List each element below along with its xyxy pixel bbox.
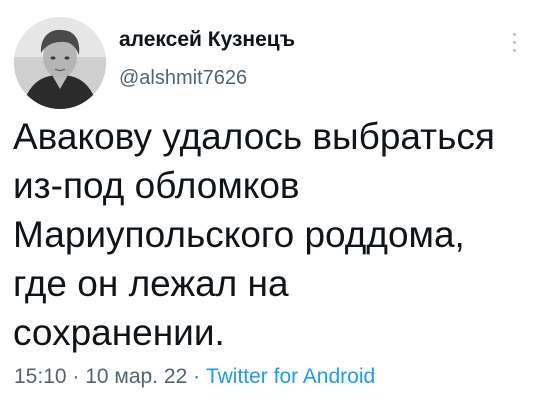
avatar-photo [14,17,106,109]
author-name[interactable]: алексей Кузнецъ [119,28,295,52]
author-handle[interactable]: @alshmit7626 [119,67,247,90]
tweet-source-link[interactable]: Twitter for Android [206,365,375,388]
tweet-date[interactable]: 10 мар. 22 [85,365,187,388]
tweet-meta: 15:10 · 10 мар. 22 · Twitter for Android [14,365,375,389]
avatar[interactable] [14,17,106,109]
more-vertical-icon [513,33,516,36]
tweet-time[interactable]: 15:10 [14,365,67,388]
more-options-button[interactable] [504,30,526,56]
more-vertical-icon [513,41,516,44]
separator-dot: · [187,365,206,388]
tweet-card: алексей Кузнецъ @alshmit7626 Авакову уда… [0,0,547,411]
tweet-text: Авакову удалось выбраться из-под обломко… [13,116,495,353]
more-vertical-icon [513,49,516,52]
separator-dot: · [66,365,86,388]
